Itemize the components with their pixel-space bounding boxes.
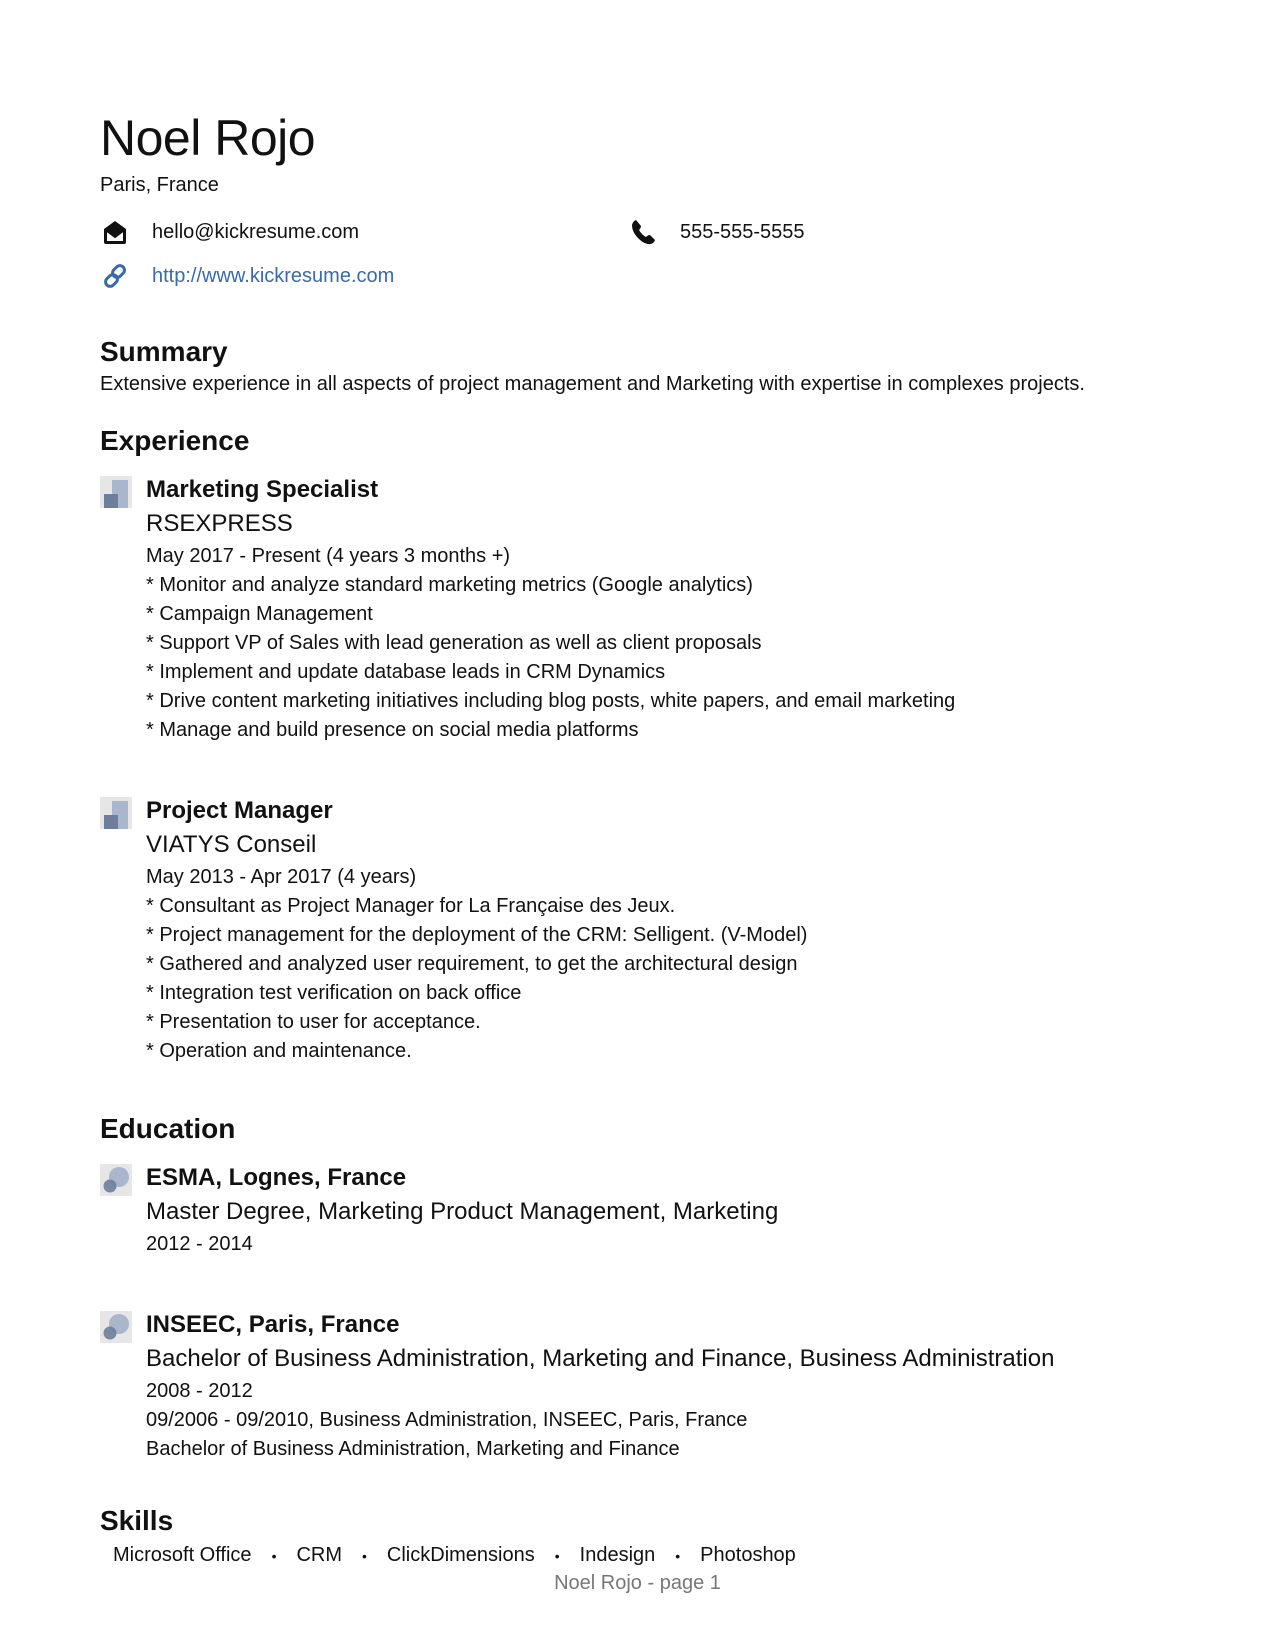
- job-bullet: * Project management for the deployment …: [146, 924, 808, 946]
- skill-separator: •: [362, 1547, 367, 1564]
- job-bullet: * Support VP of Sales with lead generati…: [146, 632, 762, 654]
- education-icon: [100, 1311, 132, 1343]
- company-name: RSEXPRESS: [146, 510, 293, 537]
- link-icon: [100, 261, 130, 291]
- phone-text[interactable]: 555-555-5555: [680, 221, 805, 244]
- skill-item: Indesign: [579, 1544, 656, 1566]
- education-heading: Education: [100, 1113, 236, 1144]
- contact-phone: 555-555-5555: [628, 217, 805, 247]
- page-footer: Noel Rojo - page 1: [554, 1572, 721, 1594]
- education-dates: 2008 - 2012: [146, 1380, 253, 1402]
- skills-heading: Skills: [100, 1505, 174, 1536]
- skill-item: ClickDimensions: [386, 1544, 535, 1566]
- degree: Bachelor of Business Administration, Mar…: [146, 1345, 1055, 1372]
- skill-item: CRM: [296, 1544, 343, 1566]
- skills-section: Skills Microsoft Office • CRM • ClickDim…: [100, 1504, 1180, 1567]
- job-bullet: * Drive content marketing initiatives in…: [146, 690, 956, 712]
- job-icon: [100, 476, 132, 508]
- job-bullet: * Operation and maintenance.: [146, 1040, 412, 1062]
- experience-entry: Marketing Specialist RSEXPRESS May 2017 …: [100, 474, 1180, 745]
- job-bullet: * Integration test verification on back …: [146, 982, 522, 1004]
- job-bullet: * Gathered and analyzed user requirement…: [146, 953, 798, 975]
- education-detail: 09/2006 - 09/2010, Business Administrati…: [146, 1409, 748, 1431]
- summary-section: Summary Extensive experience in all aspe…: [100, 335, 1180, 396]
- school-name: ESMA, Lognes, France: [146, 1164, 407, 1191]
- envelope-icon: [100, 217, 130, 247]
- skill-item: Microsoft Office: [113, 1544, 252, 1566]
- education-section: Education ESMA, Lognes, France Master De…: [100, 1112, 1180, 1464]
- candidate-location: Paris, France: [100, 174, 219, 196]
- education-icon: [100, 1164, 132, 1196]
- job-bullet: * Campaign Management: [146, 603, 373, 625]
- school-name: INSEEC, Paris, France: [146, 1311, 400, 1338]
- contact-email: hello@kickresume.com: [100, 217, 359, 247]
- experience-heading: Experience: [100, 425, 250, 456]
- job-bullet: * Implement and update database leads in…: [146, 661, 666, 683]
- job-dates: May 2017 - Present (4 years 3 months +): [146, 545, 511, 567]
- skill-separator: •: [271, 1547, 277, 1564]
- job-bullet: * Presentation to user for acceptance.: [146, 1011, 481, 1033]
- degree: Master Degree, Marketing Product Managem…: [146, 1198, 779, 1225]
- job-title: Marketing Specialist: [146, 476, 379, 503]
- job-icon: [100, 797, 132, 829]
- job-title: Project Manager: [146, 797, 333, 824]
- education-detail: Bachelor of Business Administration, Mar…: [146, 1438, 680, 1460]
- website-link[interactable]: http://www.kickresume.com: [152, 265, 394, 288]
- candidate-name: Noel Rojo: [100, 110, 316, 166]
- job-dates: May 2013 - Apr 2017 (4 years): [146, 866, 417, 888]
- skills-list: Microsoft Office • CRM • ClickDimensions…: [100, 1544, 1180, 1567]
- contact-info: hello@kickresume.com 555-555-5555 http:/…: [100, 217, 1180, 317]
- job-bullet: * Monitor and analyze standard marketing…: [146, 574, 753, 596]
- phone-icon: [628, 217, 658, 247]
- education-dates: 2012 - 2014: [146, 1233, 253, 1255]
- skill-item: Photoshop: [700, 1544, 796, 1566]
- skill-separator: •: [675, 1547, 681, 1564]
- job-bullet: * Consultant as Project Manager for La F…: [146, 895, 676, 917]
- email-text[interactable]: hello@kickresume.com: [152, 221, 359, 244]
- skill-separator: •: [554, 1547, 560, 1564]
- resume-page: Noel Rojo Paris, France hello@kickresume…: [100, 108, 1180, 1567]
- contact-website: http://www.kickresume.com: [100, 261, 394, 291]
- company-name: VIATYS Conseil: [146, 831, 317, 858]
- education-entry: INSEEC, Paris, France Bachelor of Busine…: [100, 1309, 1180, 1464]
- experience-section: Experience Marketing Specialist RSEXPRES…: [100, 424, 1180, 1066]
- summary-heading: Summary: [100, 336, 228, 367]
- education-entry: ESMA, Lognes, France Master Degree, Mark…: [100, 1162, 1180, 1259]
- summary-text: Extensive experience in all aspects of p…: [100, 373, 1085, 395]
- experience-entry: Project Manager VIATYS Conseil May 2013 …: [100, 795, 1180, 1066]
- job-bullet: * Manage and build presence on social me…: [146, 719, 639, 741]
